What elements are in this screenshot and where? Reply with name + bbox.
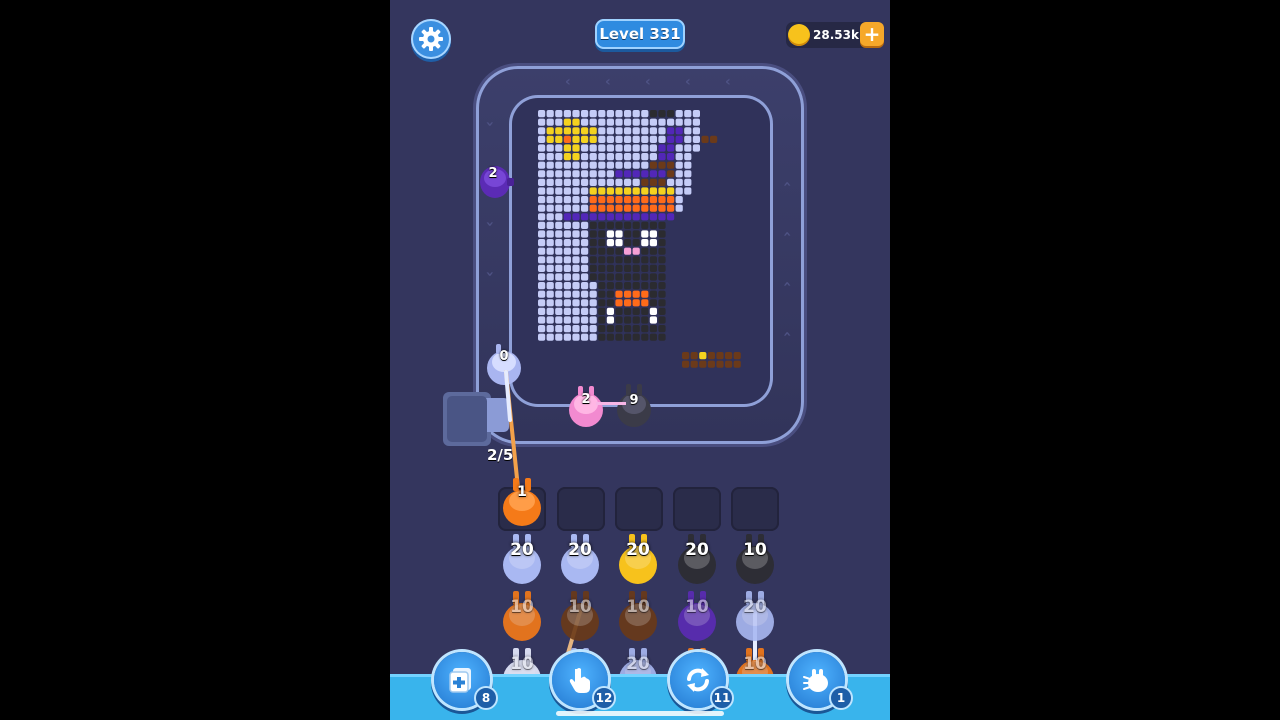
grid-creature-count: 20 [626, 654, 650, 674]
slot-creature-count: 1 [517, 484, 527, 500]
booster-count: 1 [829, 686, 853, 710]
grid-creature-count: 20 [510, 540, 534, 560]
grid-creature[interactable]: 10 [674, 589, 720, 645]
hand-booster[interactable]: 12 [552, 652, 616, 710]
booster-count: 12 [592, 686, 616, 710]
shuffle-booster[interactable]: 11 [670, 652, 734, 710]
slot-creature[interactable]: 1 [499, 474, 545, 530]
grid-creature[interactable]: 20 [674, 532, 720, 588]
grid-creature-count: 10 [510, 654, 534, 674]
holding-slot[interactable] [557, 487, 605, 531]
grid-creature[interactable]: 20 [499, 532, 545, 588]
grid-creature-count: 20 [568, 540, 592, 560]
add-slot-booster[interactable]: 8 [434, 652, 498, 710]
grid-creature-count: 20 [685, 540, 709, 560]
grid-creature[interactable]: 10 [615, 589, 661, 645]
grid-creature-count: 20 [626, 540, 650, 560]
grid-creature-count: 10 [510, 597, 534, 617]
queue-progress: 2/5 [487, 446, 514, 464]
holding-slot[interactable] [731, 487, 779, 531]
grid-creature-count: 10 [743, 654, 767, 674]
grid-creature[interactable]: 10 [499, 589, 545, 645]
grid-creature-count: 10 [626, 597, 650, 617]
magnet-booster[interactable]: 1 [789, 652, 853, 710]
magnet-icon [803, 669, 828, 692]
holding-slot[interactable] [615, 487, 663, 531]
grid-creature-count: 10 [685, 597, 709, 617]
grid-creature[interactable]: 20 [732, 589, 778, 645]
grid-creature[interactable]: 10 [557, 589, 603, 645]
home-indicator [556, 711, 724, 716]
grid-creature[interactable]: 20 [557, 532, 603, 588]
booster-count: 8 [474, 686, 498, 710]
booster-count: 11 [710, 686, 734, 710]
add-slot-icon [449, 668, 471, 693]
grid-creature[interactable]: 10 [732, 532, 778, 588]
hand-icon [569, 668, 590, 693]
grid-creature-count: 10 [568, 597, 592, 617]
grid-creature-count: 10 [743, 540, 767, 560]
grid-creature-count: 20 [743, 597, 767, 617]
grid-creature[interactable]: 20 [615, 532, 661, 588]
shuffle-icon [687, 668, 709, 692]
holding-slot[interactable] [673, 487, 721, 531]
game-screen: Level 331 28.53k + ‹ ‹ ‹ ‹ ‹ ‹ ‹ ‹ ‹ ‹ ‹… [390, 0, 890, 720]
